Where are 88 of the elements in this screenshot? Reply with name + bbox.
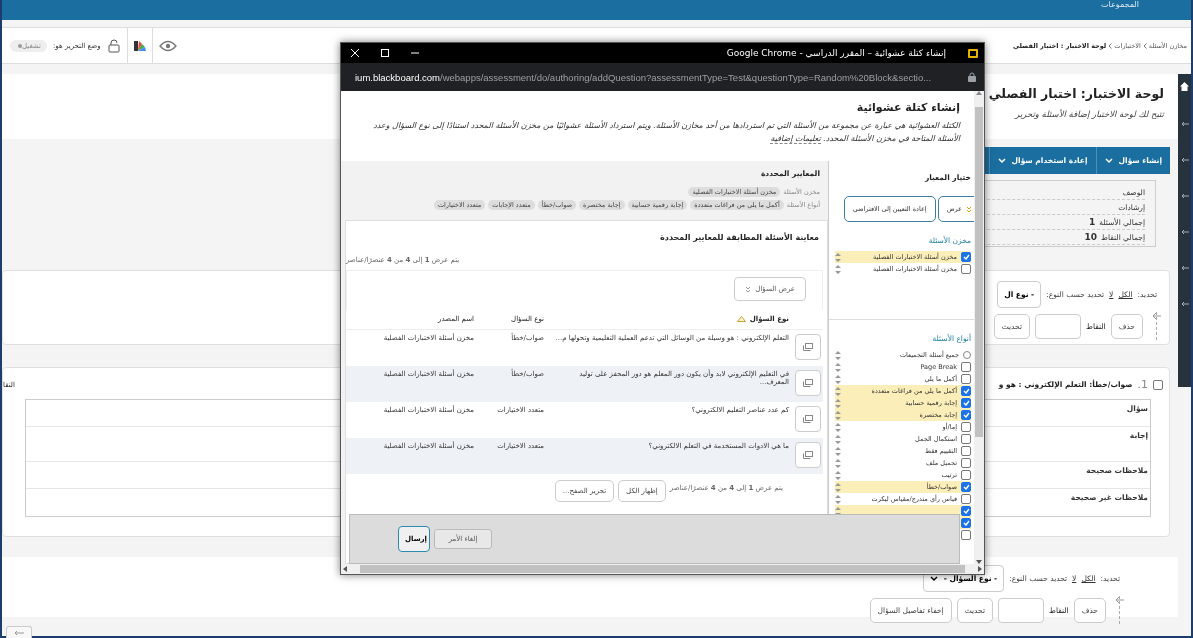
arrow-left-icon[interactable] — [1180, 265, 1189, 271]
checkbox[interactable] — [961, 410, 971, 420]
window-title: إنشاء كتلة عشوائية – المقرر الدراسي - Google Chrome — [725, 48, 946, 58]
checkbox[interactable] — [961, 434, 971, 444]
palette-icon[interactable] — [133, 39, 146, 52]
arrow-left-icon — [14, 629, 24, 636]
dialog-heading: إنشاء كتلة عشوائية — [855, 101, 960, 114]
page-title: لوحة الاختبار: اختبار الفصلي — [988, 86, 1164, 101]
preview-button[interactable] — [795, 442, 821, 468]
chevron-down-icon — [997, 157, 1006, 164]
checkbox[interactable] — [961, 482, 971, 492]
sort-arrows-icon[interactable] — [835, 494, 841, 504]
dialog-description: الكتلة العشوائية هي عبارة عن مجموعة من الأسئلة التي تم استردادها من أحد مخازن الأسئلة. ويتم استرداد الأسئلة عشوائيًا من مخزن الأسئلة المحدد استنادًا إلى نوع السؤال وعدد الأسئلة المتاحة في مخزن الأسئلة المحدد. تعليمات إضافية — [372, 119, 960, 145]
radio-button[interactable] — [963, 351, 971, 359]
sort-arrows-icon[interactable] — [835, 398, 841, 408]
maximize-button[interactable] — [381, 49, 389, 57]
more-help-link[interactable]: تعليمات إضافية — [770, 134, 821, 144]
close-button[interactable] — [351, 49, 359, 57]
points-field[interactable] — [998, 597, 1044, 623]
preview-icon — [803, 451, 813, 459]
checkbox[interactable] — [961, 446, 971, 456]
sort-arrows-icon[interactable] — [835, 386, 841, 396]
preview-button[interactable] — [795, 334, 821, 360]
minimize-button[interactable] — [411, 49, 419, 57]
preview-button[interactable] — [795, 370, 821, 396]
checkbox[interactable] — [961, 518, 971, 528]
chevron-down-icon — [1104, 157, 1113, 164]
sort-arrows-icon[interactable] — [835, 446, 841, 456]
scroll-right-icon[interactable] — [978, 566, 982, 572]
sort-arrows-icon[interactable] — [835, 264, 841, 274]
arrow-left-icon — [1152, 312, 1162, 320]
eye-icon[interactable] — [158, 39, 177, 52]
sort-arrows-icon[interactable] — [835, 458, 841, 468]
preview-icon — [803, 379, 813, 387]
unlocked-padlock-icon[interactable] — [106, 38, 121, 53]
arrow-left-icon[interactable] — [1180, 121, 1189, 127]
chevron-icon — [1142, 42, 1147, 49]
checkbox[interactable] — [961, 252, 971, 262]
info-value: 1 — [1089, 217, 1096, 227]
sort-triangle-icon — [736, 316, 746, 322]
sort-arrows-icon[interactable] — [835, 470, 841, 480]
sort-arrows-icon[interactable] — [835, 410, 841, 420]
checkbox[interactable] — [961, 494, 971, 504]
checkbox[interactable] — [961, 362, 971, 372]
maximize-icon — [381, 49, 389, 57]
sort-arrows-icon[interactable] — [835, 422, 841, 432]
checkbox[interactable] — [961, 458, 971, 468]
checkbox[interactable] — [961, 386, 971, 396]
checkbox[interactable] — [961, 506, 971, 516]
checkbox[interactable] — [1153, 379, 1163, 390]
sort-arrows-icon[interactable] — [835, 362, 841, 372]
groups-link[interactable]: المجموعات — [1101, 0, 1139, 20]
sort-arrows-icon[interactable] — [835, 252, 841, 262]
close-icon — [351, 49, 359, 57]
arrow-left-icon[interactable] — [1180, 157, 1189, 163]
preview-button[interactable] — [795, 406, 821, 432]
checkbox[interactable] — [961, 374, 971, 384]
page-subtitle: تتيح لك لوحة الاختبار إضافة الأسئلة وتحرير — [1015, 109, 1164, 119]
minimize-icon — [411, 49, 419, 57]
points-field[interactable] — [1035, 313, 1081, 339]
question-number: 1. — [1137, 378, 1148, 391]
preview-icon — [803, 415, 813, 423]
checkbox[interactable] — [961, 470, 971, 480]
preview-title: معاينة الأسئلة المطابقة للمعايير المحددة — [659, 233, 819, 242]
home-icon[interactable] — [1180, 82, 1189, 91]
sort-arrows-icon[interactable] — [835, 482, 841, 492]
scroll-left-icon[interactable] — [343, 566, 347, 572]
scrollbar-thumb[interactable] — [975, 107, 983, 437]
arrow-left-icon[interactable] — [1180, 301, 1189, 307]
checkbox[interactable] — [961, 264, 971, 274]
scrollbar-thumb[interactable] — [360, 565, 965, 573]
double-chevron-icon — [745, 285, 752, 293]
padlock-icon — [968, 72, 976, 82]
checkbox[interactable] — [961, 530, 971, 540]
checkbox[interactable] — [961, 398, 971, 408]
info-value: 10 — [1084, 232, 1098, 242]
chevron-icon — [1108, 42, 1113, 49]
sort-arrows-icon[interactable] — [835, 434, 841, 444]
double-chevron-icon — [966, 205, 972, 213]
checkbox[interactable] — [961, 422, 971, 432]
arrow-left-icon — [1115, 596, 1125, 604]
arrow-left-icon[interactable] — [1180, 229, 1189, 235]
app-logo-icon — [968, 48, 978, 58]
chevron-down-icon — [929, 575, 938, 582]
sort-arrows-icon[interactable] — [835, 374, 841, 384]
sort-arrows-icon[interactable] — [835, 350, 841, 360]
preview-icon — [803, 343, 813, 351]
arrow-left-icon[interactable] — [1180, 193, 1189, 199]
